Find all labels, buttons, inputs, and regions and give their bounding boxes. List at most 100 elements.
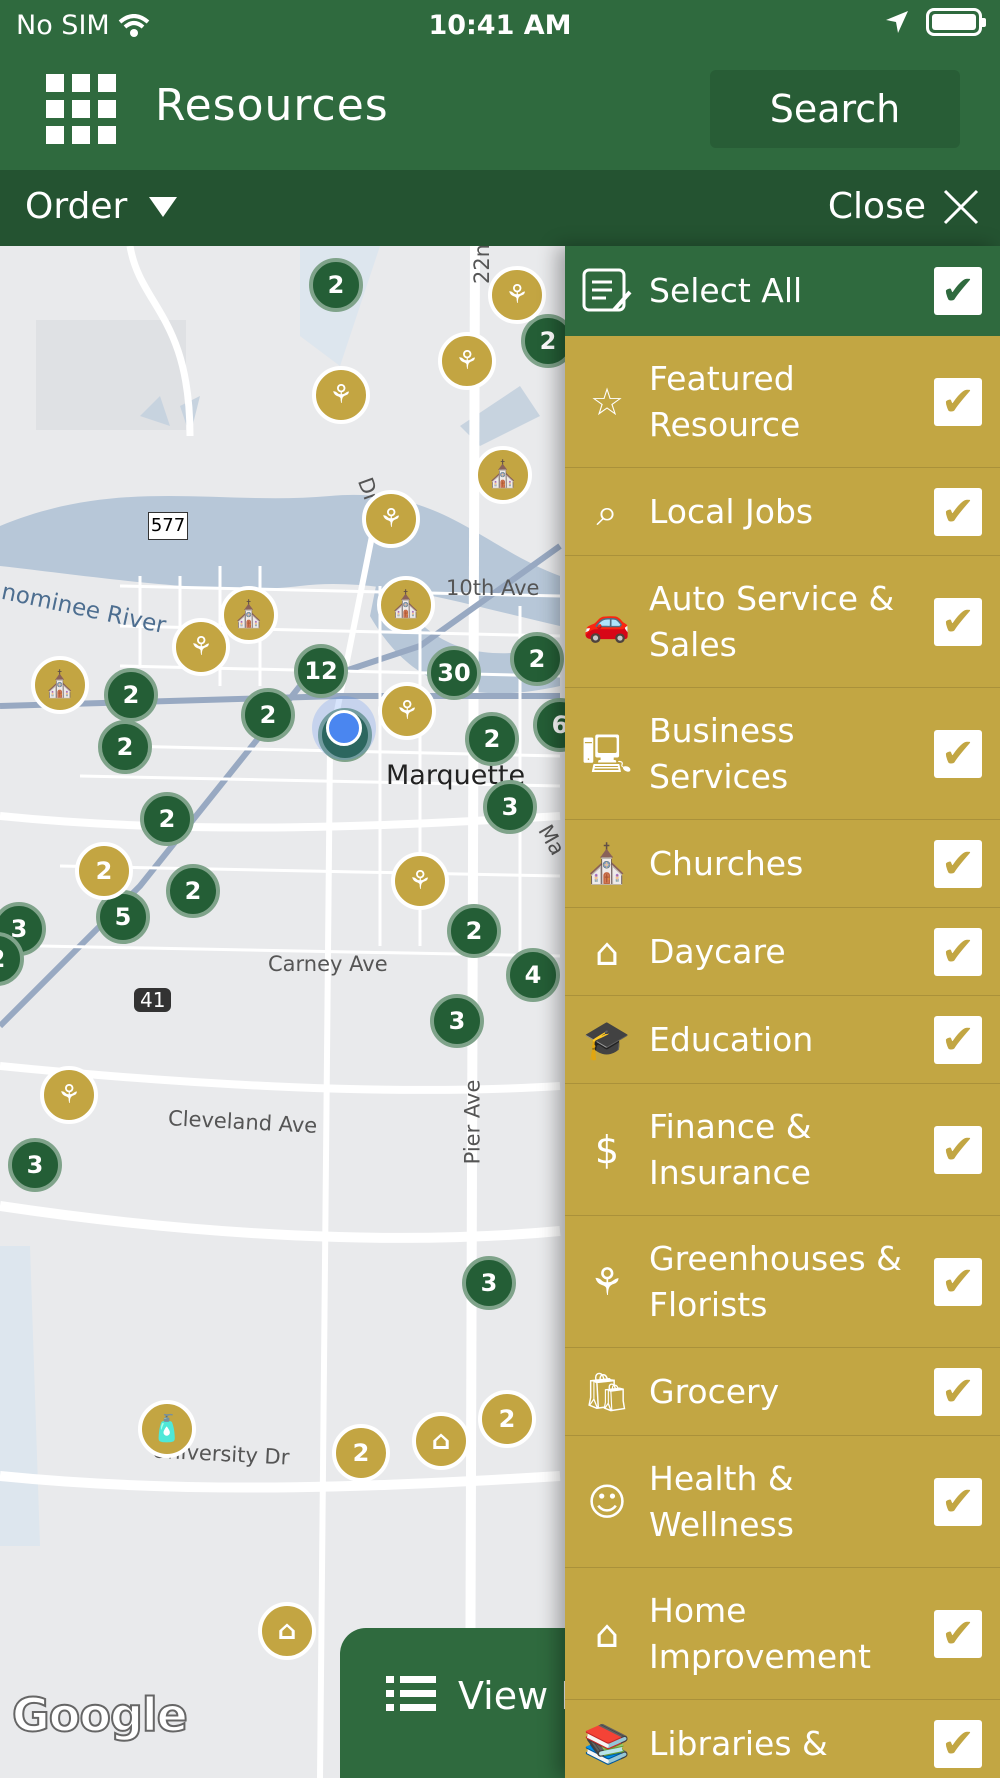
map-cluster-pin[interactable]: 30 — [427, 646, 481, 700]
category-checkbox[interactable]: ✔ — [934, 487, 982, 536]
map-cluster-pin[interactable]: 2 — [140, 792, 194, 846]
map-cluster-pin[interactable]: 3 — [430, 994, 484, 1048]
map-cluster-pin[interactable]: 2 — [465, 712, 519, 766]
checkmark-icon: ✔ — [941, 1368, 975, 1415]
category-list: ☆ Featured Resource ✔ ⌕ Local Jobs ✔ 🚗 Auto Ser… — [565, 336, 1000, 1778]
gardener-icon: ⚘ — [505, 280, 529, 310]
map-resource-pin[interactable]: 2 — [478, 1390, 536, 1448]
map-cluster-pin[interactable]: 2 — [447, 904, 501, 958]
category-row[interactable]: ⌕ Local Jobs ✔ — [565, 468, 1000, 556]
category-row[interactable]: ☺ Health & Wellness ✔ — [565, 1436, 1000, 1568]
category-checkbox[interactable]: ✔ — [934, 1015, 982, 1064]
checkmark-icon: ✔ — [941, 1126, 975, 1173]
category-checkbox[interactable]: ✔ — [934, 597, 982, 646]
category-row[interactable]: 🚗 Auto Service & Sales ✔ — [565, 556, 1000, 688]
map-resource-pin[interactable]: ⚘ — [488, 266, 546, 324]
map-resource-pin[interactable]: ⌂ — [258, 1602, 316, 1660]
category-label: Health & Wellness — [649, 1458, 794, 1544]
category-checkbox[interactable]: ✔ — [934, 1125, 982, 1174]
category-label: Auto Service & Sales — [649, 578, 895, 664]
map-cluster-pin[interactable]: 2 — [166, 864, 220, 918]
select-all-checkbox[interactable]: ✔ — [934, 267, 982, 315]
label-10th-ave: 10th Ave — [446, 576, 540, 600]
map-cluster-pin[interactable]: 2 — [309, 258, 363, 312]
filter-bar: Order Close — [0, 170, 1000, 246]
map-resource-pin[interactable]: ⚘ — [312, 366, 370, 424]
google-logo: Google — [11, 1687, 189, 1743]
label-hwy-41: 41 — [134, 988, 172, 1012]
graduation-cap-icon: 🎓 — [583, 1017, 631, 1062]
home-tools-icon: ⌂ — [431, 1426, 451, 1456]
label-22nd: 22n — [470, 246, 495, 285]
status-right — [884, 8, 986, 36]
apps-grid-icon[interactable] — [46, 74, 116, 144]
map-resource-pin[interactable]: ⛪ — [31, 656, 89, 714]
category-label: Grocery — [649, 1371, 780, 1411]
category-row[interactable]: 🛍 Grocery ✔ — [565, 1348, 1000, 1436]
category-row[interactable]: $ Finance & Insurance ✔ — [565, 1084, 1000, 1216]
select-all-row[interactable]: Select All ✔ — [565, 246, 1000, 336]
close-button[interactable]: Close — [828, 186, 980, 227]
category-row[interactable]: ☆ Featured Resource ✔ — [565, 336, 1000, 468]
category-row[interactable]: ⌂ Daycare ✔ — [565, 908, 1000, 996]
map-resource-pin[interactable]: 2 — [75, 842, 133, 900]
home-tools-icon: ⌂ — [277, 1616, 297, 1646]
gardener-icon: ⚘ — [455, 346, 479, 376]
category-checkbox[interactable]: ✔ — [934, 1719, 982, 1768]
map-resource-pin[interactable]: ⌂ — [412, 1412, 470, 1470]
checkmark-icon: ✔ — [941, 840, 975, 887]
checkmark-icon: ✔ — [941, 730, 975, 777]
map-resource-pin[interactable]: 2 — [332, 1424, 390, 1482]
star-icon: ☆ — [589, 379, 625, 424]
category-row[interactable]: ⌂ Home Improvement ✔ — [565, 1568, 1000, 1700]
status-bar: No SIM 10:41 AM — [0, 0, 1000, 50]
category-label: Local Jobs — [649, 491, 814, 531]
close-icon — [943, 189, 979, 224]
category-checkbox[interactable]: ✔ — [934, 1477, 982, 1526]
list-edit-icon — [565, 266, 649, 316]
map-cluster-pin[interactable]: 2 — [104, 668, 158, 722]
checkmark-icon: ✔ — [941, 1258, 975, 1305]
map-resource-pin[interactable]: ⛪ — [220, 586, 278, 644]
job-search-icon: ⌕ — [596, 489, 618, 534]
map-resource-pin[interactable]: ⛪ — [377, 576, 435, 634]
category-checkbox[interactable]: ✔ — [934, 1609, 982, 1658]
map-resource-pin[interactable]: 🧴 — [138, 1400, 196, 1458]
category-checkbox[interactable]: ✔ — [934, 927, 982, 976]
map-cluster-pin[interactable]: 2 — [241, 688, 295, 742]
search-button[interactable]: Search — [710, 70, 960, 148]
map-resource-pin[interactable]: ⛪ — [474, 446, 532, 504]
map-cluster-pin[interactable]: 3 — [462, 1256, 516, 1310]
map-resource-pin[interactable]: ⚘ — [438, 332, 496, 390]
map-cluster-pin[interactable]: 4 — [506, 948, 560, 1002]
order-dropdown[interactable]: Order — [25, 186, 178, 227]
map-resource-pin[interactable]: ⚘ — [378, 682, 436, 740]
checkmark-icon: ✔ — [941, 928, 975, 975]
gardener-icon: ⚘ — [57, 1080, 81, 1110]
checkmark-icon: ✔ — [941, 598, 975, 645]
map-resource-pin[interactable]: ⚘ — [362, 490, 420, 548]
category-checkbox[interactable]: ✔ — [934, 377, 982, 426]
computer-hand-icon: 🖳 — [581, 731, 633, 776]
map-resource-pin[interactable]: ⚘ — [40, 1066, 98, 1124]
map-cluster-pin[interactable]: 2 — [98, 720, 152, 774]
church-icon: ⛪ — [389, 590, 423, 620]
category-row[interactable]: ⛪ Churches ✔ — [565, 820, 1000, 908]
label-carney-ave: Carney Ave — [268, 952, 388, 976]
map-cluster-pin[interactable]: 3 — [483, 780, 537, 834]
category-row[interactable]: ⚘ Greenhouses & Florists ✔ — [565, 1216, 1000, 1348]
category-checkbox[interactable]: ✔ — [934, 1367, 982, 1416]
map-resource-pin[interactable]: ⚘ — [172, 618, 230, 676]
map-cluster-pin[interactable]: 12 — [294, 644, 348, 698]
soap-bottle-icon: 🧴 — [150, 1414, 184, 1444]
category-checkbox[interactable]: ✔ — [934, 729, 982, 778]
category-checkbox[interactable]: ✔ — [934, 1257, 982, 1306]
map-cluster-pin[interactable]: 3 — [8, 1138, 62, 1192]
category-checkbox[interactable]: ✔ — [934, 839, 982, 888]
map-resource-pin[interactable]: ⚘ — [391, 852, 449, 910]
category-row[interactable]: 🖳 Business Services ✔ — [565, 688, 1000, 820]
map-cluster-pin[interactable]: 2 — [510, 632, 564, 686]
gardener-icon: ⚘ — [189, 632, 213, 662]
category-row[interactable]: 🎓 Education ✔ — [565, 996, 1000, 1084]
category-row[interactable]: 📚 Libraries & ✔ — [565, 1700, 1000, 1778]
